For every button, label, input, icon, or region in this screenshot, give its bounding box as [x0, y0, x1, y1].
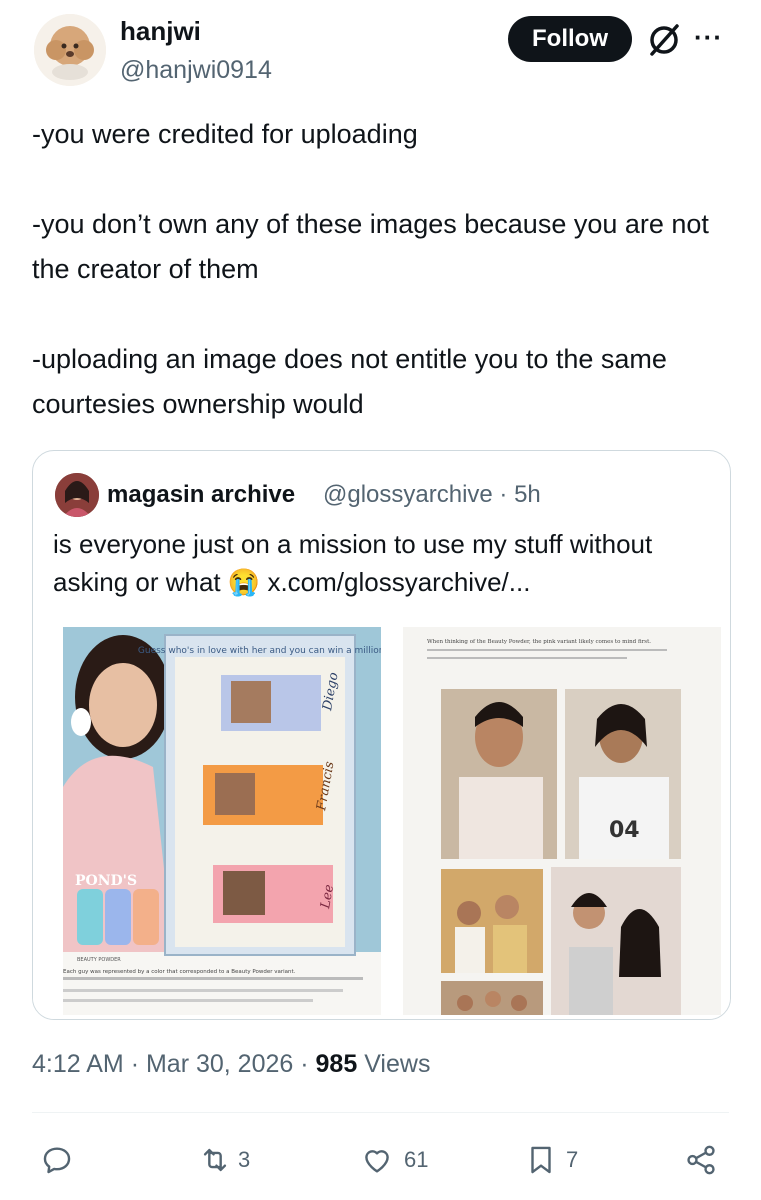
left-caption: Each guy was represented by a color that… [63, 969, 296, 975]
separator-dot: · [300, 1050, 316, 1078]
ponds-logo: POND'S [75, 873, 137, 889]
timestamp-row: 4:12 AM · Mar 30, 2026 · 985 Views [32, 1050, 430, 1079]
quoted-author-name[interactable]: magasin archive [107, 481, 295, 509]
magazine-photo-page-image[interactable]: When thinking of the Beauty Powder, the … [403, 627, 721, 1015]
svg-text:04: 04 [609, 818, 640, 843]
reply-button[interactable] [40, 1140, 74, 1180]
retweet-count: 3 [238, 1147, 251, 1172]
retweet-icon [203, 1148, 227, 1172]
divider [32, 1112, 729, 1113]
right-caption: When thinking of the Beauty Powder, the … [427, 639, 651, 645]
follow-button[interactable]: Follow [508, 16, 632, 62]
more-options-icon[interactable]: ··· [694, 22, 730, 52]
bookmark-icon [531, 1146, 551, 1174]
poodle-avatar-image [34, 14, 106, 86]
quoted-tweet-text: is everyone just on a mission to use my … [53, 529, 653, 597]
heart-icon [365, 1150, 389, 1173]
like-count: 61 [404, 1147, 429, 1172]
bookmark-count: 7 [566, 1147, 579, 1172]
ad-headline: Guess who's in love with her and you can… [138, 646, 381, 656]
quoted-author-meta: @glossyarchive · 5h [323, 481, 541, 508]
author-display-name[interactable]: hanjwi [120, 16, 201, 47]
share-button[interactable] [684, 1140, 718, 1180]
separator-dot: · [130, 1050, 146, 1078]
tweet-date[interactable]: Mar 30, 2026 [146, 1050, 293, 1078]
brand-sub: BEAUTY POWDER [77, 957, 121, 963]
views-label: Views [364, 1050, 431, 1078]
views-count: 985 [315, 1050, 358, 1078]
tweet-text: -you were credited for uploading -you do… [32, 119, 709, 419]
share-icon [687, 1145, 715, 1175]
reply-icon [43, 1147, 71, 1174]
quoted-tweet-card[interactable]: magasin archive @glossyarchive · 5h is e… [32, 450, 731, 1020]
magazine-ad-image[interactable]: Guess who's in love with her and you can… [63, 627, 381, 1015]
bookmark-button[interactable]: 7 [524, 1140, 578, 1180]
quoted-author-avatar[interactable] [55, 473, 99, 517]
author-avatar[interactable] [34, 14, 106, 86]
tweet-time[interactable]: 4:12 AM [32, 1050, 124, 1078]
grok-icon[interactable] [644, 20, 684, 60]
like-button[interactable]: 61 [360, 1140, 428, 1180]
quoted-media[interactable]: Guess who's in love with her and you can… [33, 621, 730, 1019]
retweet-button[interactable]: 3 [198, 1140, 250, 1180]
author-handle[interactable]: @hanjwi0914 [120, 56, 272, 85]
